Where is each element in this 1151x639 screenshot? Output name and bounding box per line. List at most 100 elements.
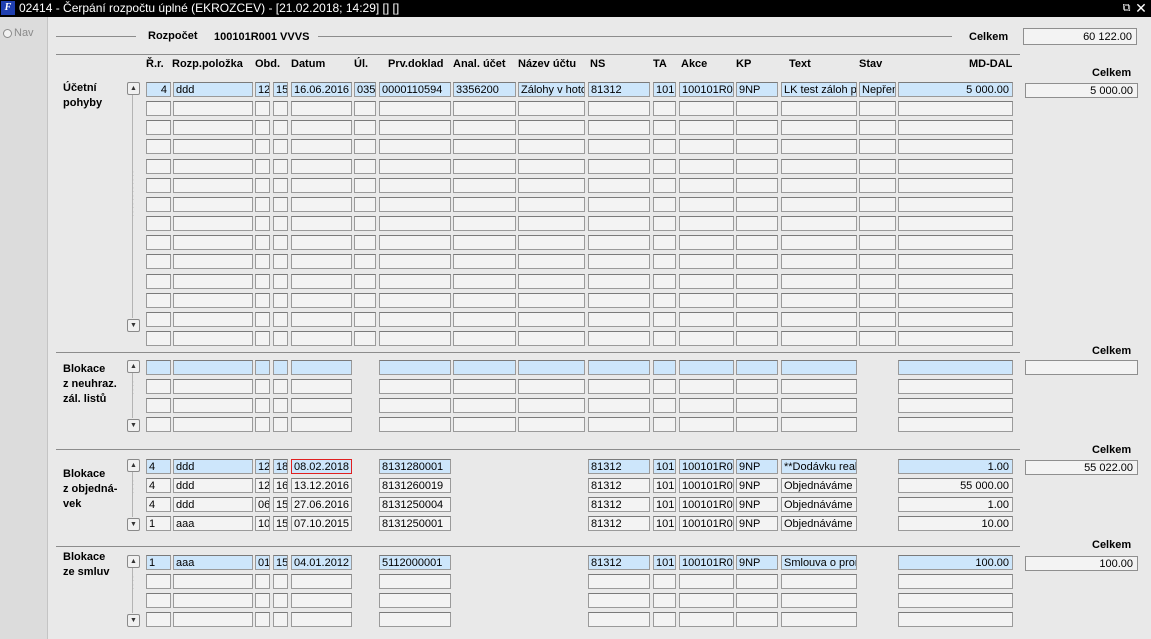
table-cell[interactable] bbox=[291, 612, 352, 627]
table-cell[interactable] bbox=[679, 159, 734, 174]
table-cell[interactable] bbox=[379, 398, 451, 413]
table-cell[interactable] bbox=[354, 139, 376, 154]
table-cell[interactable] bbox=[173, 417, 253, 432]
table-cell[interactable] bbox=[453, 417, 516, 432]
table-cell[interactable] bbox=[173, 312, 253, 327]
table-cell[interactable]: 8131260019 bbox=[379, 478, 451, 493]
table-cell[interactable]: 100101R001 bbox=[679, 478, 734, 493]
table-cell[interactable] bbox=[379, 379, 451, 394]
table-cell[interactable] bbox=[354, 235, 376, 250]
table-cell[interactable] bbox=[273, 331, 288, 346]
table-cell[interactable] bbox=[653, 178, 676, 193]
table-cell[interactable]: 81312 bbox=[588, 82, 650, 97]
table-cell[interactable]: 12 bbox=[255, 82, 270, 97]
table-cell[interactable] bbox=[588, 593, 650, 608]
table-cell[interactable] bbox=[255, 274, 270, 289]
table-cell[interactable] bbox=[379, 312, 451, 327]
table-cell[interactable] bbox=[379, 139, 451, 154]
table-cell[interactable] bbox=[653, 331, 676, 346]
table-cell[interactable]: 3356200 bbox=[453, 82, 516, 97]
table-cell[interactable] bbox=[679, 197, 734, 212]
table-cell[interactable] bbox=[291, 159, 352, 174]
table-cell[interactable] bbox=[653, 120, 676, 135]
table-cell[interactable] bbox=[898, 398, 1013, 413]
table-cell[interactable] bbox=[453, 159, 516, 174]
table-cell[interactable]: 15 bbox=[273, 497, 288, 512]
table-cell[interactable] bbox=[736, 159, 778, 174]
table-cell[interactable]: Nepřeneseno bbox=[859, 82, 896, 97]
table-cell[interactable] bbox=[291, 574, 352, 589]
table-cell[interactable] bbox=[255, 312, 270, 327]
table-cell[interactable] bbox=[518, 379, 585, 394]
table-cell[interactable] bbox=[781, 312, 857, 327]
table-cell[interactable] bbox=[653, 417, 676, 432]
table-cell[interactable] bbox=[588, 216, 650, 231]
table-cell[interactable] bbox=[781, 159, 857, 174]
table-cell[interactable] bbox=[653, 274, 676, 289]
scroll-grip-icon[interactable]: : : bbox=[128, 380, 138, 396]
table-cell[interactable]: 81312 bbox=[588, 497, 650, 512]
table-cell[interactable] bbox=[273, 379, 288, 394]
table-cell[interactable] bbox=[781, 101, 857, 116]
table-cell[interactable]: 0000110594 bbox=[379, 82, 451, 97]
table-cell[interactable] bbox=[255, 593, 270, 608]
table-cell[interactable] bbox=[291, 379, 352, 394]
table-cell[interactable] bbox=[354, 197, 376, 212]
table-cell[interactable] bbox=[679, 274, 734, 289]
table-cell[interactable]: 27.06.2016 bbox=[291, 497, 352, 512]
table-cell[interactable]: 15 bbox=[273, 555, 288, 570]
table-cell[interactable] bbox=[679, 593, 734, 608]
table-cell[interactable]: 81312 bbox=[588, 459, 650, 474]
table-cell[interactable] bbox=[453, 398, 516, 413]
table-cell[interactable] bbox=[736, 197, 778, 212]
table-cell[interactable] bbox=[518, 120, 585, 135]
table-cell[interactable] bbox=[518, 293, 585, 308]
table-cell[interactable] bbox=[736, 178, 778, 193]
table-cell[interactable] bbox=[453, 101, 516, 116]
table-cell[interactable]: 01 bbox=[255, 555, 270, 570]
table-cell[interactable] bbox=[354, 101, 376, 116]
table-cell[interactable] bbox=[898, 360, 1013, 375]
table-cell[interactable] bbox=[273, 574, 288, 589]
table-cell[interactable] bbox=[291, 101, 352, 116]
table-cell[interactable] bbox=[518, 235, 585, 250]
table-cell[interactable] bbox=[453, 216, 516, 231]
table-cell[interactable] bbox=[679, 293, 734, 308]
table-cell[interactable] bbox=[736, 216, 778, 231]
table-cell[interactable]: 4 bbox=[146, 459, 171, 474]
table-cell[interactable] bbox=[588, 235, 650, 250]
table-cell[interactable]: 16.06.2016 bbox=[291, 82, 352, 97]
table-cell[interactable] bbox=[781, 360, 857, 375]
table-cell[interactable] bbox=[453, 120, 516, 135]
table-cell[interactable] bbox=[518, 159, 585, 174]
table-cell[interactable] bbox=[453, 197, 516, 212]
table-cell[interactable] bbox=[146, 612, 171, 627]
table-cell[interactable] bbox=[273, 612, 288, 627]
table-cell[interactable] bbox=[291, 398, 352, 413]
table-cell[interactable] bbox=[255, 612, 270, 627]
table-cell[interactable] bbox=[588, 398, 650, 413]
table-cell[interactable] bbox=[781, 398, 857, 413]
table-cell[interactable] bbox=[273, 417, 288, 432]
table-cell[interactable]: 9NP bbox=[736, 497, 778, 512]
table-cell[interactable] bbox=[679, 360, 734, 375]
table-cell[interactable]: 100101R001 bbox=[679, 459, 734, 474]
table-cell[interactable] bbox=[859, 235, 896, 250]
section-scrollbar[interactable]: ▲ ▼: : bbox=[127, 459, 140, 531]
table-cell[interactable] bbox=[679, 398, 734, 413]
table-cell[interactable] bbox=[273, 197, 288, 212]
table-cell[interactable]: Objednáváme u Vás bbox=[781, 516, 857, 531]
table-cell[interactable] bbox=[859, 178, 896, 193]
table-cell[interactable]: 9NP bbox=[736, 82, 778, 97]
table-cell[interactable] bbox=[173, 593, 253, 608]
table-cell[interactable] bbox=[255, 254, 270, 269]
table-cell[interactable] bbox=[736, 274, 778, 289]
table-cell[interactable] bbox=[379, 197, 451, 212]
table-cell[interactable] bbox=[736, 101, 778, 116]
table-cell[interactable] bbox=[781, 216, 857, 231]
scroll-down-icon[interactable]: ▼ bbox=[127, 319, 140, 332]
scroll-up-icon[interactable]: ▲ bbox=[127, 459, 140, 472]
table-cell[interactable] bbox=[898, 254, 1013, 269]
table-cell[interactable] bbox=[518, 398, 585, 413]
table-cell[interactable] bbox=[781, 120, 857, 135]
